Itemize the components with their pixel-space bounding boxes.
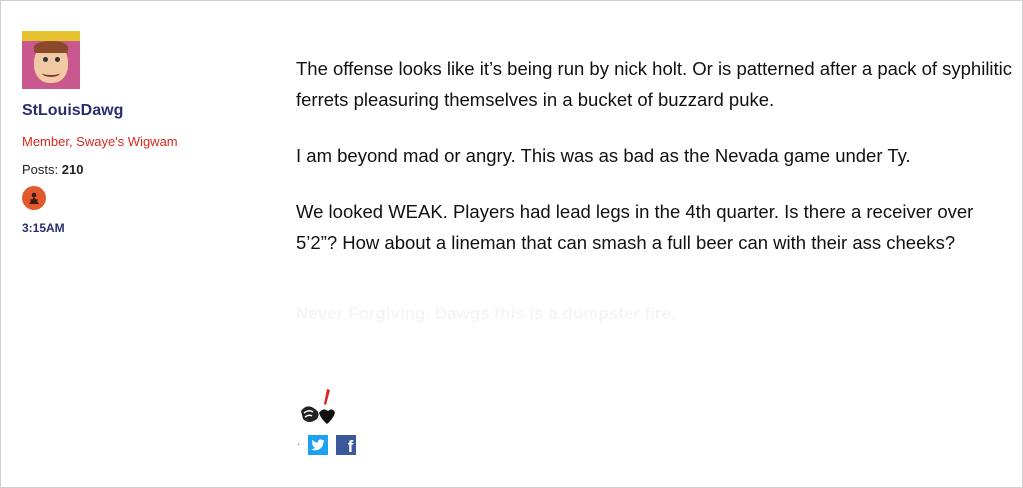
signature-text: Never Forgiving. Dawgs this is a dumpste… <box>296 304 676 323</box>
username-link[interactable]: StLouisDawg <box>22 102 252 120</box>
facebook-glyph: f <box>347 437 354 456</box>
avatar-eye <box>55 57 60 62</box>
share-bar: · f <box>297 435 357 456</box>
facebook-icon[interactable]: f <box>336 435 357 456</box>
avatar-hair <box>34 41 68 53</box>
post-time[interactable]: 3:15AM <box>22 221 252 235</box>
posts-label: Posts: <box>22 162 59 177</box>
member-role: Member, Swaye's Wigwam <box>22 134 178 149</box>
avatar-smile <box>42 69 60 77</box>
signature-logo-icon <box>297 387 337 427</box>
post-paragraph: We looked WEAK. Players had lead legs in… <box>296 201 974 253</box>
avatar-magazine-header <box>22 31 80 41</box>
avatar[interactable] <box>22 31 80 89</box>
post-paragraph: The offense looks like it’s being run by… <box>296 58 1013 110</box>
post-body: The offense looks like it’s being run by… <box>296 53 1016 354</box>
posts-count: 210 <box>61 162 84 177</box>
post-paragraph: I am beyond mad or angry. This was as ba… <box>296 145 911 166</box>
forum-post: StLouisDawg Member, Swaye's Wigwam Posts… <box>0 0 1023 488</box>
share-separator: · <box>297 439 301 450</box>
avatar-eye <box>43 57 48 62</box>
rank-badge-icon <box>22 186 46 210</box>
twitter-icon[interactable] <box>308 435 329 455</box>
author-sidebar: StLouisDawg Member, Swaye's Wigwam Posts… <box>22 31 252 235</box>
post-count: Posts: 210 <box>22 162 252 177</box>
